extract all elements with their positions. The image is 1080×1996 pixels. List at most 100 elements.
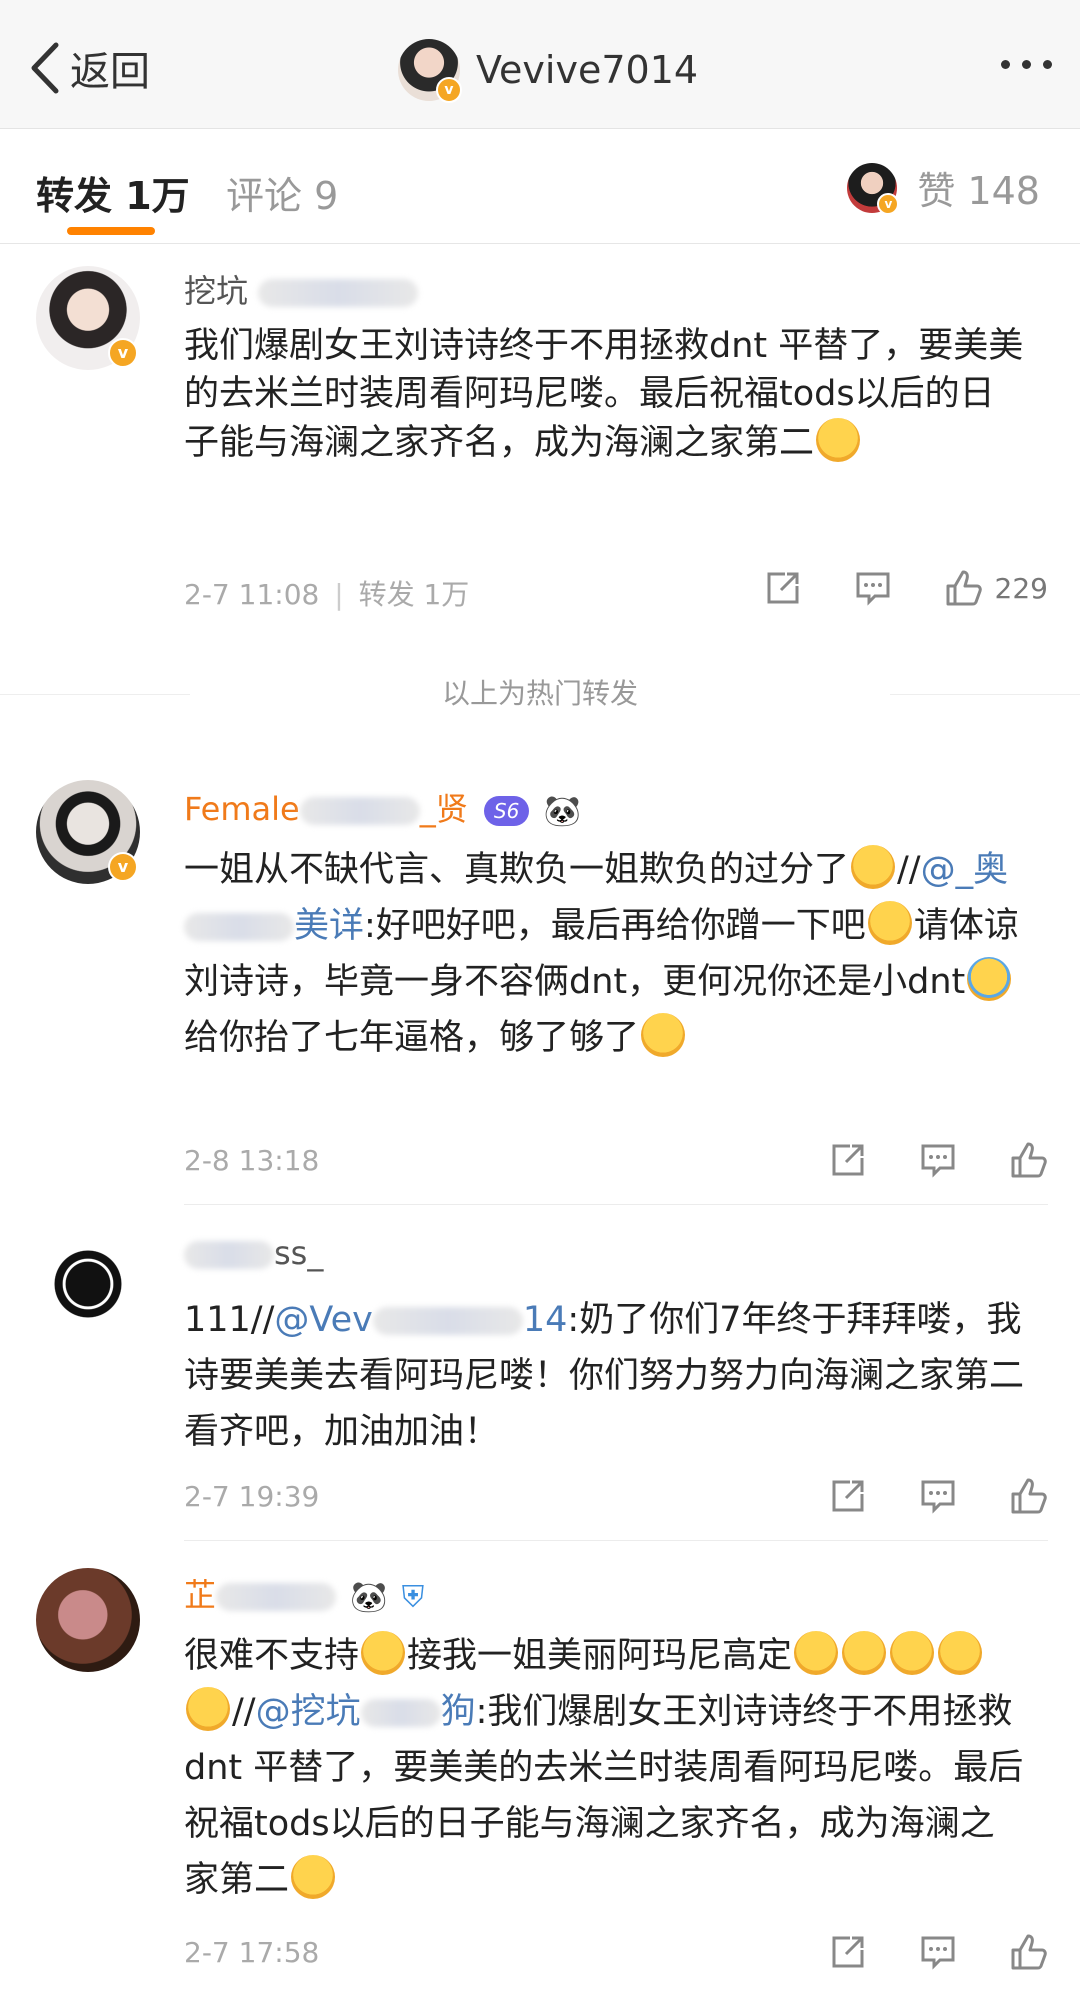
- comment-icon[interactable]: [853, 568, 893, 608]
- chevron-left-icon: [31, 42, 59, 94]
- comment-icon[interactable]: [918, 1140, 958, 1180]
- username[interactable]: Female _贤 S6 🐼: [184, 784, 581, 830]
- comment-text: 很难不支持 接我一姐美丽阿玛尼高定//@挖坑 狗:我们爆剧女王刘诗诗终于不用拯救dn…: [184, 1628, 1024, 1908]
- shield-icon: ⛨: [401, 1579, 425, 1615]
- back-button[interactable]: 返回: [28, 38, 150, 98]
- liker-avatar: v: [847, 162, 900, 215]
- comment-body: :好吧好吧，最后再给你蹭一下吧: [364, 906, 866, 946]
- tab-likes[interactable]: v 赞 148: [847, 160, 1040, 215]
- comment-prefix: 111//: [184, 1300, 275, 1340]
- avatar[interactable]: v: [36, 266, 140, 370]
- blurred-name: [299, 797, 420, 825]
- tab-forward[interactable]: 转发 1万: [36, 165, 190, 220]
- emoji-icon: [186, 1687, 230, 1731]
- comment-body: 给你抬了七年逼格，够了够了: [184, 1018, 640, 1058]
- verified-icon: v: [108, 852, 138, 882]
- timestamp: 2-7 19:39: [184, 1480, 320, 1513]
- repost-icon[interactable]: [828, 1932, 868, 1972]
- mention-text: @Vev: [274, 1300, 373, 1340]
- repost-icon[interactable]: [828, 1476, 868, 1516]
- forward-count: 转发 1万: [358, 578, 470, 611]
- username-text: 挖坑: [184, 272, 249, 310]
- hot-forward-separator: 以上为热门转发: [0, 672, 1080, 722]
- comment-text: 111//@Vev 14:奶了你们7年终于拜拜喽，我诗要美美去看阿玛尼喽！你们努力…: [184, 1292, 1024, 1460]
- divider: [184, 1540, 1048, 1541]
- blurred-mention: [372, 1307, 523, 1335]
- comment-meta: 2-7 17:58: [184, 1936, 319, 1969]
- username-suffix: _贤: [419, 790, 468, 828]
- emoji-icon: [842, 1631, 887, 1675]
- mention-suffix: 美详: [294, 906, 365, 946]
- avatar[interactable]: [36, 1232, 140, 1336]
- comment-text: 一姐从不缺代言、真欺负一姐欺负的过分了//@_奥美详:好吧好吧，最后再给你蹭一下…: [184, 842, 1024, 1066]
- like-icon[interactable]: [1008, 1140, 1048, 1180]
- back-label: 返回: [70, 49, 150, 95]
- emoji-icon: [641, 1013, 686, 1057]
- emoji-icon: [938, 1631, 983, 1675]
- comment-icon[interactable]: [918, 1932, 958, 1972]
- comment-text: 我们爆剧女王刘诗诗终于不用拯救dnt 平替了，要美美的去米兰时装周看阿玛尼喽。最…: [184, 322, 1024, 467]
- comment-body: 接我一姐美丽阿玛尼高定: [407, 1636, 793, 1676]
- mention-link[interactable]: @挖坑 狗: [256, 1692, 476, 1732]
- comment-body: 一姐从不缺代言、真欺负一姐欺负的过分了: [184, 850, 850, 890]
- comment-actions: [778, 1932, 1048, 1972]
- timestamp: 2-8 13:18: [184, 1144, 320, 1177]
- comment-icon[interactable]: [918, 1476, 958, 1516]
- emoji-icon: [816, 418, 861, 462]
- like-icon[interactable]: [1008, 1476, 1048, 1516]
- comment-meta: 2-7 11:08 | 转发 1万: [184, 578, 470, 611]
- more-icon[interactable]: [1001, 60, 1052, 69]
- emoji-icon: [851, 845, 896, 889]
- username[interactable]: ss_: [184, 1234, 323, 1272]
- username[interactable]: 芷 🐼 ⛨: [184, 1570, 424, 1616]
- avatar[interactable]: [36, 1568, 140, 1672]
- emoji-icon: [361, 1631, 406, 1675]
- blurred-name: [258, 279, 419, 307]
- divider: [184, 1204, 1048, 1205]
- emoji-icon: [291, 1855, 336, 1899]
- panda-icon: 🐼: [350, 1579, 388, 1615]
- comment-body: 很难不支持: [184, 1636, 360, 1676]
- verified-icon: v: [108, 338, 138, 368]
- comment-actions: [778, 1140, 1048, 1180]
- blurred-name: [216, 1583, 337, 1611]
- verified-icon: v: [877, 192, 900, 215]
- mention-suffix: 14: [522, 1300, 568, 1340]
- tab-comment[interactable]: 评论 9: [226, 165, 338, 220]
- verified-icon: v: [436, 77, 462, 103]
- avatar[interactable]: v: [36, 780, 140, 884]
- blurred-mention: [360, 1699, 441, 1727]
- top-nav-bar: 返回 v Vevive7014: [0, 0, 1080, 129]
- repost-icon[interactable]: [763, 568, 803, 608]
- mention-text: @挖坑: [255, 1692, 361, 1732]
- like-icon[interactable]: [943, 568, 983, 608]
- like-count: 229: [994, 571, 1048, 605]
- page-title: Vevive7014: [476, 48, 699, 92]
- panda-icon: 🐼: [543, 793, 581, 829]
- crying-emoji-icon: [967, 957, 1012, 1001]
- like-icon[interactable]: [1008, 1932, 1048, 1972]
- blurred-mention: [184, 913, 294, 941]
- username-text: 芷: [184, 1576, 217, 1614]
- comment-actions: [778, 1476, 1048, 1516]
- repost-icon[interactable]: [828, 1140, 868, 1180]
- emoji-icon: [867, 901, 912, 945]
- timestamp: 2-7 11:08: [184, 578, 320, 611]
- emoji-icon: [890, 1631, 935, 1675]
- username-text: Female: [184, 790, 300, 828]
- comment-body: 我们爆剧女王刘诗诗终于不用拯救dnt 平替了，要美美的去米兰时装周看阿玛尼喽。最…: [184, 326, 1024, 463]
- active-tab-indicator: [67, 227, 155, 235]
- nav-user[interactable]: v Vevive7014: [398, 38, 699, 103]
- username[interactable]: 挖坑: [184, 266, 419, 312]
- blurred-name: [184, 1241, 274, 1269]
- timestamp: 2-7 17:58: [184, 1936, 320, 1969]
- mention-text: @_奥: [920, 850, 1009, 890]
- comment-meta: 2-8 13:18: [184, 1144, 319, 1177]
- emoji-icon: [794, 1631, 839, 1675]
- avatar[interactable]: v: [398, 39, 462, 103]
- likes-count: 赞 148: [917, 169, 1040, 213]
- mention-link[interactable]: @Vev 14: [274, 1300, 567, 1340]
- level-badge: S6: [483, 796, 530, 826]
- username-text: ss_: [274, 1234, 324, 1272]
- mention-suffix: 狗: [440, 1692, 476, 1732]
